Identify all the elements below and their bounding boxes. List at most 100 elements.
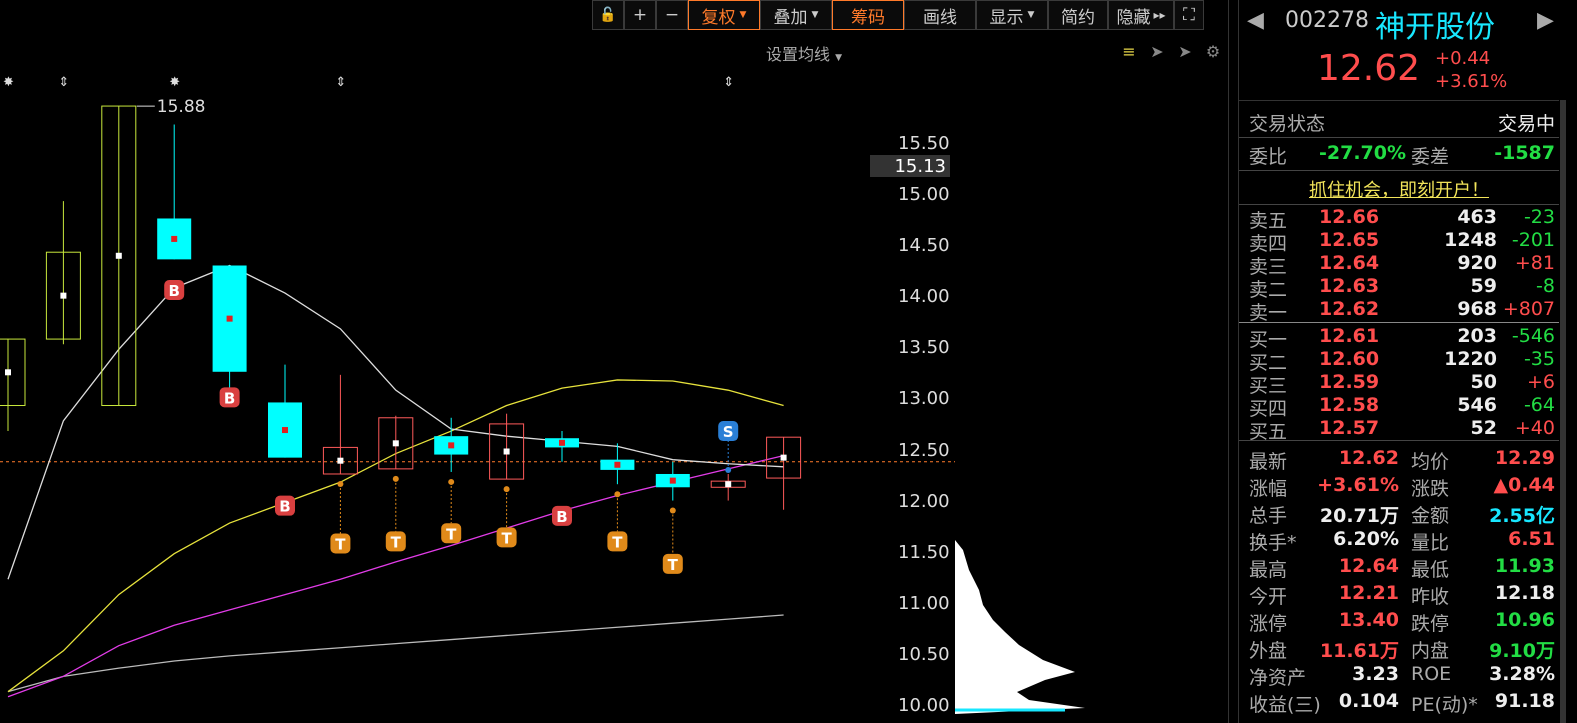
book-price: 12.64 xyxy=(1319,252,1380,274)
zoom-out-button[interactable]: − xyxy=(656,0,688,30)
stat-value: 12.64 xyxy=(1338,555,1399,577)
stat-label: 最新 xyxy=(1249,451,1288,473)
chevron-down-icon: ▼ xyxy=(739,10,747,20)
weibi-row: 委比 -27.70% 委差 -1587 xyxy=(1239,142,1559,168)
stat-label: 昨收 xyxy=(1411,586,1450,608)
kline-chart[interactable]: 15.88 ✸ ⇕ ✸ ⇕ ⇕ B B B T T T T B T T S xyxy=(0,0,955,723)
stat-row: 外盘 11.61万 内盘 9.10万 xyxy=(1239,636,1559,662)
divider xyxy=(1239,170,1559,171)
stat-value: 10.96 xyxy=(1494,609,1555,631)
candlestick-svg[interactable]: 15.88 ✸ ⇕ ✸ ⇕ ⇕ B B B T T T T B T T S xyxy=(0,0,955,723)
ask-row[interactable]: 卖二 12.63 59 -8 xyxy=(1239,275,1559,301)
huaxian-label: 画线 xyxy=(923,7,957,28)
stat-value: 12.18 xyxy=(1494,582,1555,604)
ma-setting-label: 设置均线 xyxy=(766,45,831,64)
candle-center-dot xyxy=(226,315,233,322)
stat-value: +3.61% xyxy=(1317,474,1399,496)
price-tick-label: 15.50 xyxy=(898,132,950,154)
signal-badge-label: B xyxy=(279,498,290,516)
book-change: -201 xyxy=(1511,229,1555,251)
price-tick-label: 11.50 xyxy=(898,541,950,563)
signal-badge-label: T xyxy=(668,556,679,574)
book-price: 12.63 xyxy=(1319,275,1380,297)
signal-badge-label: T xyxy=(501,529,512,547)
candle-center-dot xyxy=(448,442,455,449)
book-volume: 1248 xyxy=(1444,229,1497,251)
book-change: -64 xyxy=(1523,394,1555,416)
book-price: 12.61 xyxy=(1319,325,1380,347)
stat-row: 净资产 3.23 ROE 3.28% xyxy=(1239,663,1559,689)
book-volume: 920 xyxy=(1457,252,1497,274)
book-level-label: 卖一 xyxy=(1249,302,1288,324)
signal-dot xyxy=(337,480,344,487)
stat-row: 收益(三) 0.104 PE(动)* 91.18 xyxy=(1239,690,1559,716)
book-level-label: 买五 xyxy=(1249,421,1288,443)
stat-label: 涨停 xyxy=(1249,613,1288,635)
promo-row: 抓住机会，即刻开户！ xyxy=(1239,176,1559,202)
candle-body xyxy=(0,338,26,407)
bid-row[interactable]: 买一 12.61 203 -546 xyxy=(1239,325,1559,351)
signal-badge-label: B xyxy=(224,389,235,407)
open-account-link[interactable]: 抓住机会，即刻开户！ xyxy=(1309,180,1489,201)
stat-value: 12.62 xyxy=(1338,447,1399,469)
diejia-button[interactable]: 叠加 ▼ xyxy=(760,0,832,30)
prev-stock-icon[interactable]: ◀ xyxy=(1247,8,1264,33)
book-price: 12.62 xyxy=(1319,298,1380,320)
signal-badge-label: B xyxy=(556,508,567,526)
ma-setting-button[interactable]: 设置均线 ▼ xyxy=(766,41,842,65)
signal-badge-label: S xyxy=(723,423,734,441)
book-price: 12.60 xyxy=(1319,348,1380,370)
status-value: 交易中 xyxy=(1497,113,1555,135)
chouma-button[interactable]: 筹码 xyxy=(832,0,904,30)
stat-value: 3.28% xyxy=(1489,663,1555,685)
candle-center-dot xyxy=(780,454,787,461)
stat-label: 收益(三) xyxy=(1249,694,1321,716)
stat-value: 12.29 xyxy=(1494,447,1555,469)
stat-label: PE(动)* xyxy=(1411,694,1478,716)
divider xyxy=(1239,204,1559,205)
chip-profile-shape xyxy=(955,540,1085,714)
chevron-down-icon: ▼ xyxy=(811,10,819,20)
stat-label: 涨跌 xyxy=(1411,478,1450,500)
bid-row[interactable]: 买五 12.57 52 +40 xyxy=(1239,417,1559,443)
ask-row[interactable]: 卖四 12.65 1248 -201 xyxy=(1239,229,1559,255)
stat-label: 外盘 xyxy=(1249,640,1288,662)
price-tick-label: 12.50 xyxy=(898,439,950,461)
price-tick-label: 12.00 xyxy=(898,490,950,512)
stat-label: 涨幅 xyxy=(1249,478,1288,500)
bid-row[interactable]: 买四 12.58 546 -64 xyxy=(1239,394,1559,420)
stat-row: 涨停 13.40 跌停 10.96 xyxy=(1239,609,1559,635)
minus-icon: − xyxy=(664,5,680,25)
stat-value: 9.10万 xyxy=(1489,640,1555,662)
stat-value: 2.55亿 xyxy=(1489,505,1555,527)
weibi-label: 委比 xyxy=(1249,146,1288,168)
book-volume: 463 xyxy=(1457,206,1497,228)
panel-scrollbar[interactable] xyxy=(1560,100,1566,723)
ask-row[interactable]: 卖三 12.64 920 +81 xyxy=(1239,252,1559,278)
signal-dot xyxy=(614,491,621,498)
next-stock-icon[interactable]: ▶ xyxy=(1537,8,1554,33)
book-change: +6 xyxy=(1526,371,1555,393)
trade-status-row: 交易状态 交易中 xyxy=(1239,109,1559,135)
diejia-label: 叠加 xyxy=(773,7,808,28)
candle-center-dot xyxy=(559,439,565,446)
candle-center-dot xyxy=(115,252,122,259)
book-change: +81 xyxy=(1514,252,1555,274)
stat-row: 最新 12.62 均价 12.29 xyxy=(1239,447,1559,473)
fuquan-button[interactable]: 复权 ▼ xyxy=(688,0,760,30)
ask-row[interactable]: 卖五 12.66 463 -23 xyxy=(1239,206,1559,232)
book-volume: 968 xyxy=(1457,298,1497,320)
lock-button[interactable]: 🔓 xyxy=(592,0,624,30)
stat-row: 换手* 6.20% 量比 6.51 xyxy=(1239,528,1559,554)
weicha-label: 委差 xyxy=(1411,146,1450,168)
price-tick-label: 15.00 xyxy=(898,184,950,205)
bid-row[interactable]: 买二 12.60 1220 -35 xyxy=(1239,348,1559,374)
book-change: -8 xyxy=(1536,275,1555,297)
price-tick-label: 14.50 xyxy=(898,235,950,257)
ask-row[interactable]: 卖一 12.62 968 +807 xyxy=(1239,298,1559,324)
bid-row[interactable]: 买三 12.59 50 +6 xyxy=(1239,371,1559,397)
stat-value: ▲0.44 xyxy=(1493,474,1556,496)
stat-label: 金额 xyxy=(1411,505,1450,527)
signal-dot xyxy=(725,466,732,473)
zoom-in-button[interactable]: + xyxy=(624,0,656,30)
